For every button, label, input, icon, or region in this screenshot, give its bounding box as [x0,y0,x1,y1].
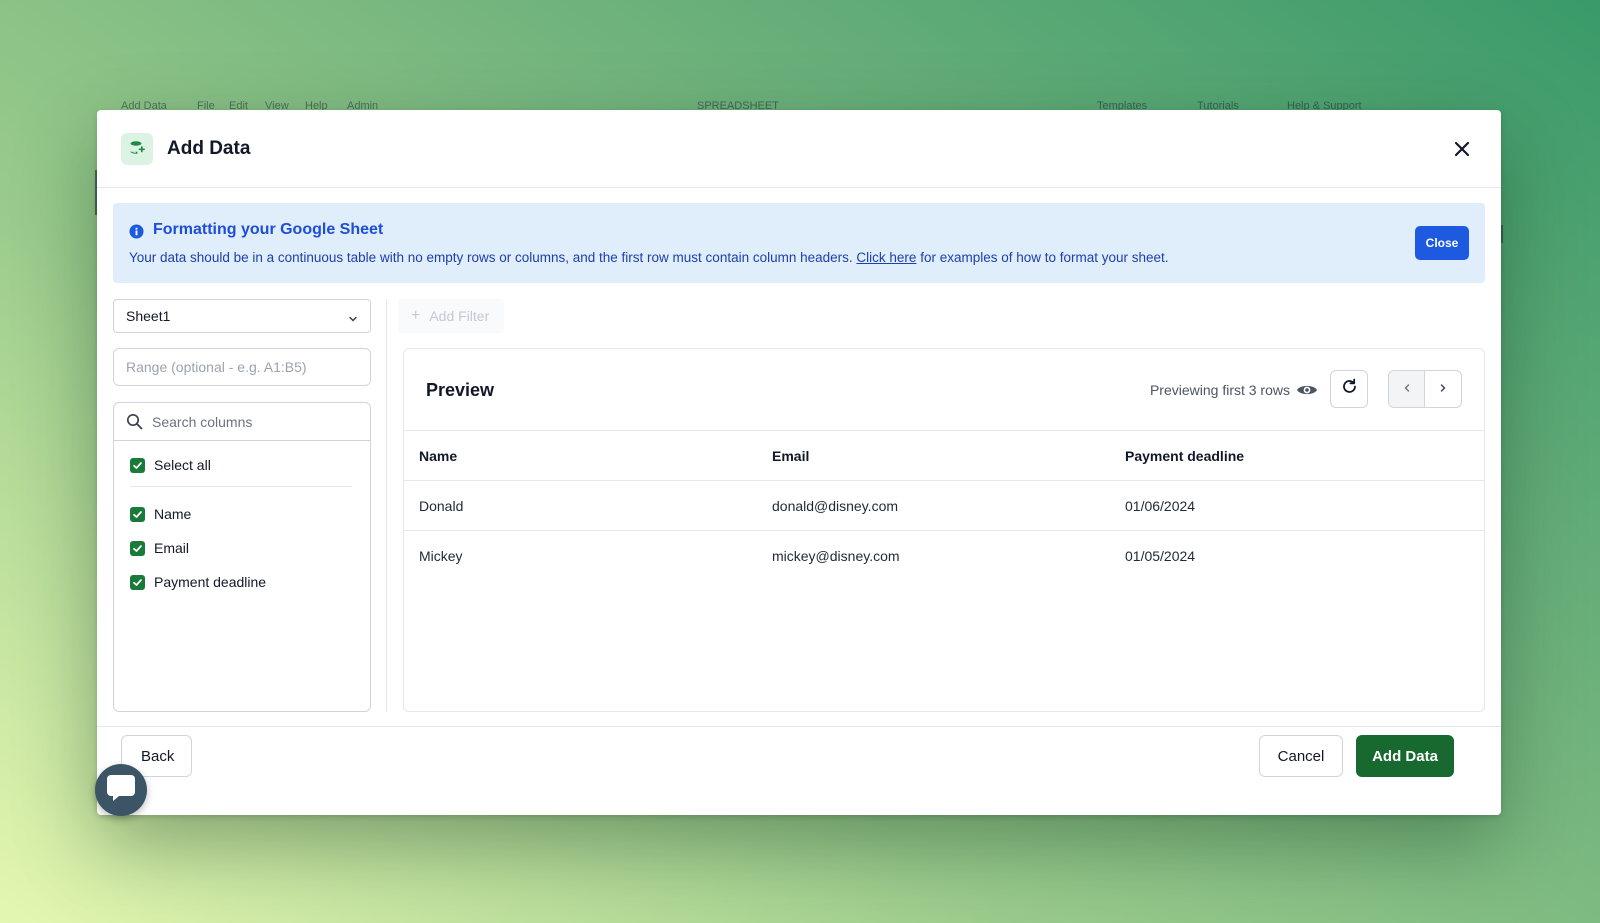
chat-support-button[interactable] [95,764,147,816]
search-columns-input[interactable] [152,409,357,435]
column-header: Name [404,430,757,481]
add-filter-label: Add Filter [429,308,490,324]
preview-panel: Preview Previewing first 3 rows Name Ema… [403,348,1485,712]
preview-row-count: Previewing first 3 rows [1149,382,1290,398]
column-checkbox-payment-deadline[interactable]: Payment deadline [130,572,266,592]
sheet-select[interactable]: Sheet1 [113,299,371,333]
banner-text-end: for examples of how to format your sheet… [916,250,1169,265]
pagination [1388,370,1462,408]
table-cell: Donald [404,480,757,531]
add-data-button[interactable]: Add Data [1356,735,1454,777]
sheet-select-value: Sheet1 [126,308,171,324]
banner-close-button[interactable]: Close [1415,226,1469,260]
table-cell: Mickey [404,530,757,581]
footer-divider [97,726,1501,727]
search-icon [126,413,143,435]
table-cell: donald@disney.com [757,480,1110,531]
refresh-icon [1341,378,1358,400]
banner-text-start: Your data should be in a continuous tabl… [129,250,857,265]
cancel-button[interactable]: Cancel [1259,735,1343,777]
preview-table: Name Email Payment deadline Donald donal… [404,430,1484,581]
table-row: Mickey mickey@disney.com 01/05/2024 [404,530,1484,581]
banner-text: Your data should be in a continuous tabl… [129,250,1169,265]
chevron-down-icon [348,311,358,327]
checkbox-checked-icon [130,457,145,473]
chevron-left-icon [1402,380,1412,398]
formatting-info-banner: Formatting your Google Sheet Your data s… [113,203,1485,283]
banner-title: Formatting your Google Sheet [153,221,384,238]
divider [130,486,352,487]
chat-icon [106,774,136,807]
column-label: Name [154,506,192,522]
select-all-checkbox[interactable]: Select all [130,455,211,475]
column-checkbox-name[interactable]: Name [130,504,191,524]
eye-icon[interactable] [1296,383,1318,402]
table-cell: 01/06/2024 [1110,480,1484,531]
refresh-button[interactable] [1330,370,1368,408]
column-label: Email [154,540,190,556]
table-cell: mickey@disney.com [757,530,1110,581]
column-search [114,403,370,441]
panel-divider [386,299,387,712]
checkbox-checked-icon [130,506,145,522]
columns-panel: Select all Name Email Payment deadline [113,402,371,712]
checkbox-checked-icon [130,540,145,556]
info-icon [129,224,144,244]
next-page-button[interactable] [1425,371,1461,407]
format-examples-link[interactable]: Click here [856,250,916,265]
range-input[interactable] [113,348,371,386]
table-row: Donald donald@disney.com 01/06/2024 [404,480,1484,531]
close-icon[interactable] [1451,138,1473,160]
column-header: Payment deadline [1110,430,1484,481]
chevron-right-icon [1438,380,1448,398]
preview-title: Preview [426,380,495,400]
table-header-row: Name Email Payment deadline [404,430,1484,481]
table-cell: 01/05/2024 [1110,530,1484,581]
database-plus-icon [121,133,153,165]
select-all-label: Select all [154,457,211,473]
column-label: Payment deadline [154,574,267,590]
plus-icon: + [411,307,421,324]
column-checkbox-email[interactable]: Email [130,538,189,558]
add-filter-button[interactable]: + Add Filter [398,299,504,333]
previous-page-button[interactable] [1389,371,1426,407]
add-data-modal: Add Data Formatting your Google Sheet Yo… [97,110,1501,815]
checkbox-checked-icon [130,574,145,590]
column-header: Email [757,430,1110,481]
modal-title: Add Data [167,138,251,159]
modal-header: Add Data [97,110,1501,188]
